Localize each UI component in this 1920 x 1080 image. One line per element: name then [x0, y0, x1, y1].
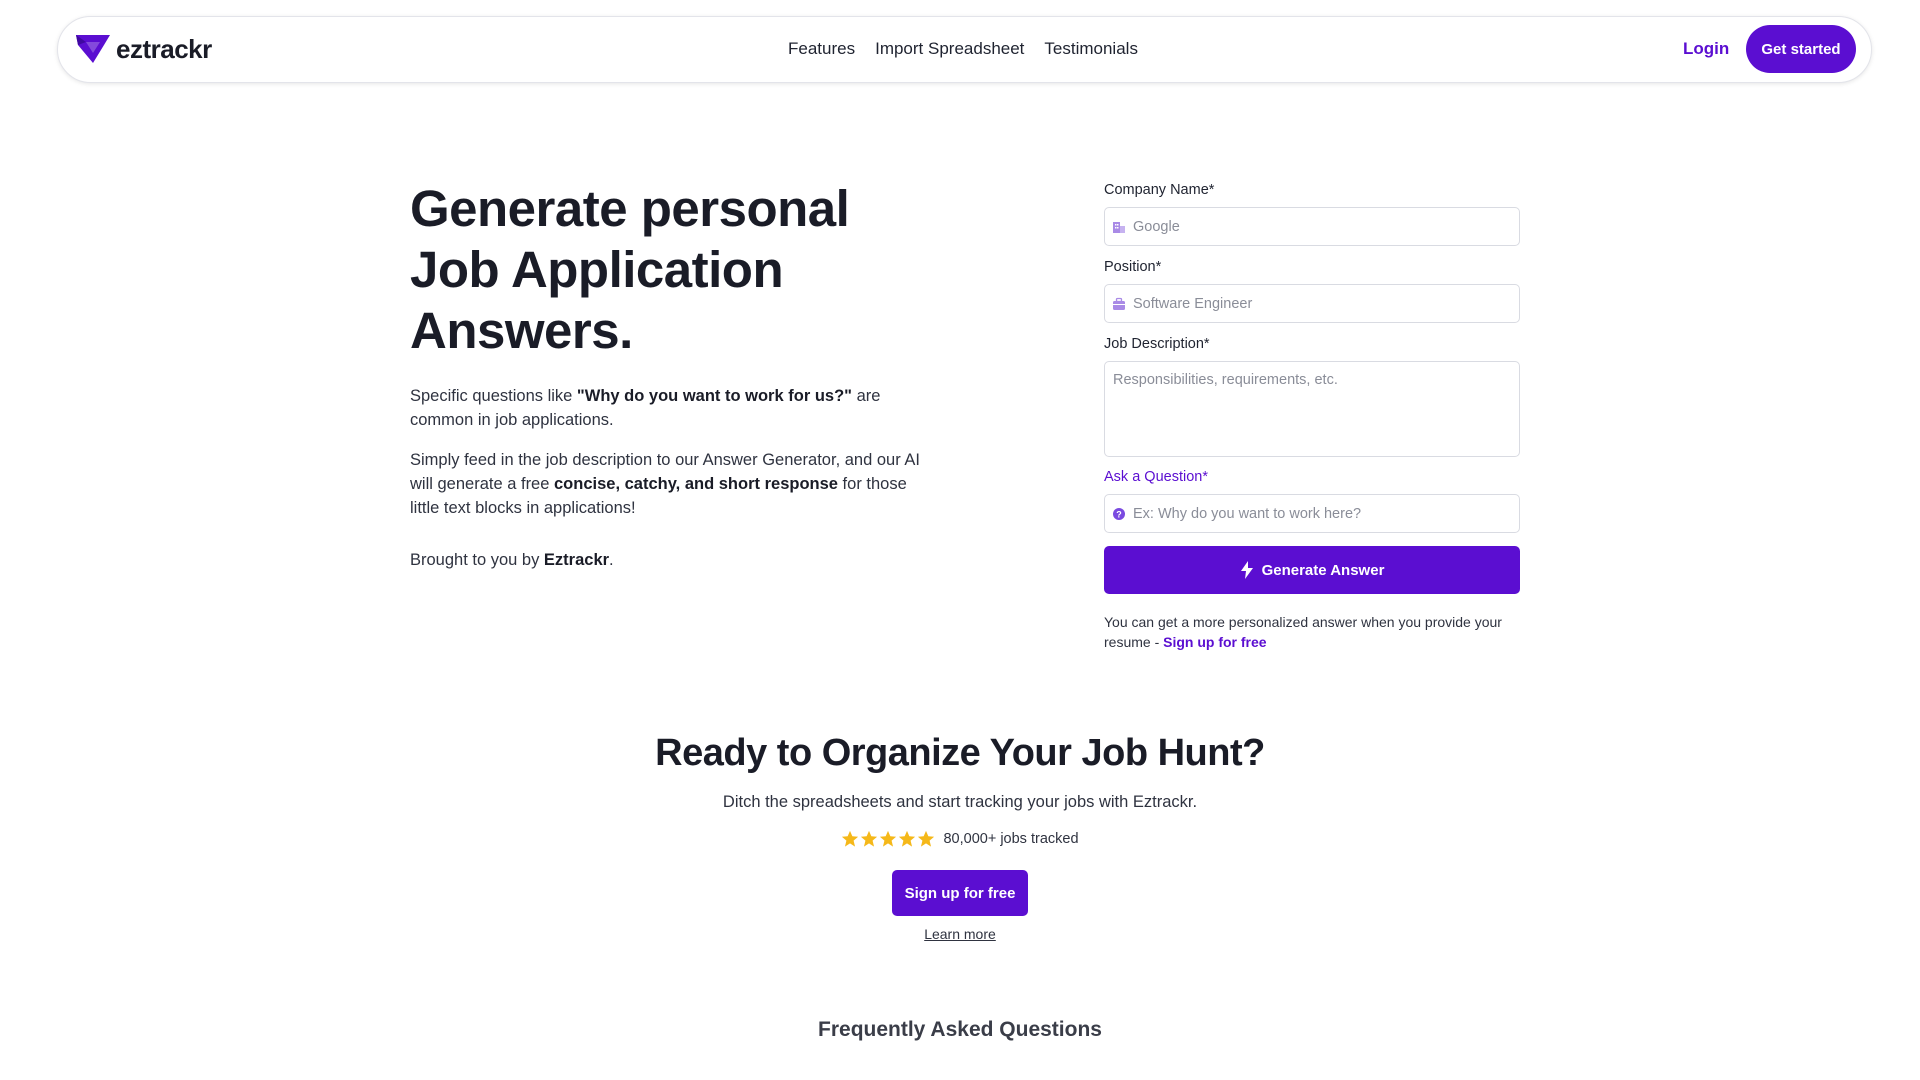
position-label: Position* [1104, 259, 1162, 275]
star-icon [918, 830, 935, 847]
job-description-textarea[interactable] [1104, 361, 1520, 457]
job-description-label: Job Description* [1104, 336, 1210, 352]
company-name-label: Company Name* [1104, 182, 1215, 198]
star-rating [841, 830, 935, 848]
learn-more-link[interactable]: Learn more [924, 926, 996, 942]
ask-question-label: Ask a Question* [1104, 469, 1208, 485]
position-input[interactable] [1105, 285, 1519, 322]
nav-link-import-spreadsheet[interactable]: Import Spreadsheet [875, 39, 1024, 59]
hero-paragraph-1: Specific questions like "Why do you want… [410, 384, 930, 432]
hero-title: Generate personal Job Application Answer… [410, 180, 850, 359]
hero-p2-bold: concise, catchy, and short response [554, 475, 838, 493]
answer-generator-form: Company Name* Position* Job Description*… [1104, 182, 1520, 652]
generate-answer-button[interactable]: Generate Answer [1104, 546, 1520, 594]
logo-text: eztrackr [116, 33, 212, 64]
hero-p3-text: Brought to you by [410, 551, 544, 569]
nav-link-features[interactable]: Features [788, 39, 855, 59]
question-input[interactable] [1105, 495, 1519, 532]
learn-more-wrap: Learn more [0, 926, 1920, 944]
eztrackr-logo-icon [76, 35, 110, 63]
star-icon [861, 830, 878, 847]
company-name-field-wrap [1104, 207, 1520, 246]
hero-p1-text: Specific questions like [410, 387, 577, 405]
cta-title: Ready to Organize Your Job Hunt? [655, 732, 1265, 774]
star-icon [842, 830, 859, 847]
get-started-button[interactable]: Get started [1746, 25, 1856, 73]
hero-p3-bold: Eztrackr [543, 551, 610, 569]
hero-p3-text-end: . [609, 551, 614, 569]
rating: 80,000+ jobs tracked [0, 830, 1920, 848]
hero-paragraph-3: Brought to you by Eztrackr. [410, 548, 930, 572]
signup-free-link[interactable]: Sign up for free [1163, 634, 1266, 650]
rating-text: 80,000+ jobs tracked [943, 831, 1079, 847]
position-field-wrap [1104, 284, 1520, 323]
navbar: eztrackr Features Import Spreadsheet Tes… [57, 16, 1872, 83]
star-icon [880, 830, 897, 847]
star-icon [899, 830, 916, 847]
cta-subtitle: Ditch the spreadsheets and start trackin… [722, 793, 1198, 811]
logo-link[interactable]: eztrackr [74, 33, 212, 65]
generate-answer-label: Generate Answer [1261, 561, 1385, 579]
hero-paragraph-2: Simply feed in the job description to ou… [410, 448, 930, 520]
lightning-icon [1240, 561, 1253, 579]
signup-button[interactable]: Sign up for free [892, 870, 1028, 916]
form-note: You can get a more personalized answer w… [1104, 612, 1520, 652]
nav-link-testimonials[interactable]: Testimonials [1044, 39, 1138, 59]
hero-p1-bold: "Why do you want to work for us?" [576, 387, 852, 405]
company-name-input[interactable] [1105, 208, 1519, 245]
nav-links: Features Import Spreadsheet Testimonials [788, 39, 1138, 59]
login-link[interactable]: Login [1683, 39, 1729, 59]
question-field-wrap: ? [1104, 494, 1520, 533]
faq-title: Frequently Asked Questions [818, 1018, 1102, 1041]
